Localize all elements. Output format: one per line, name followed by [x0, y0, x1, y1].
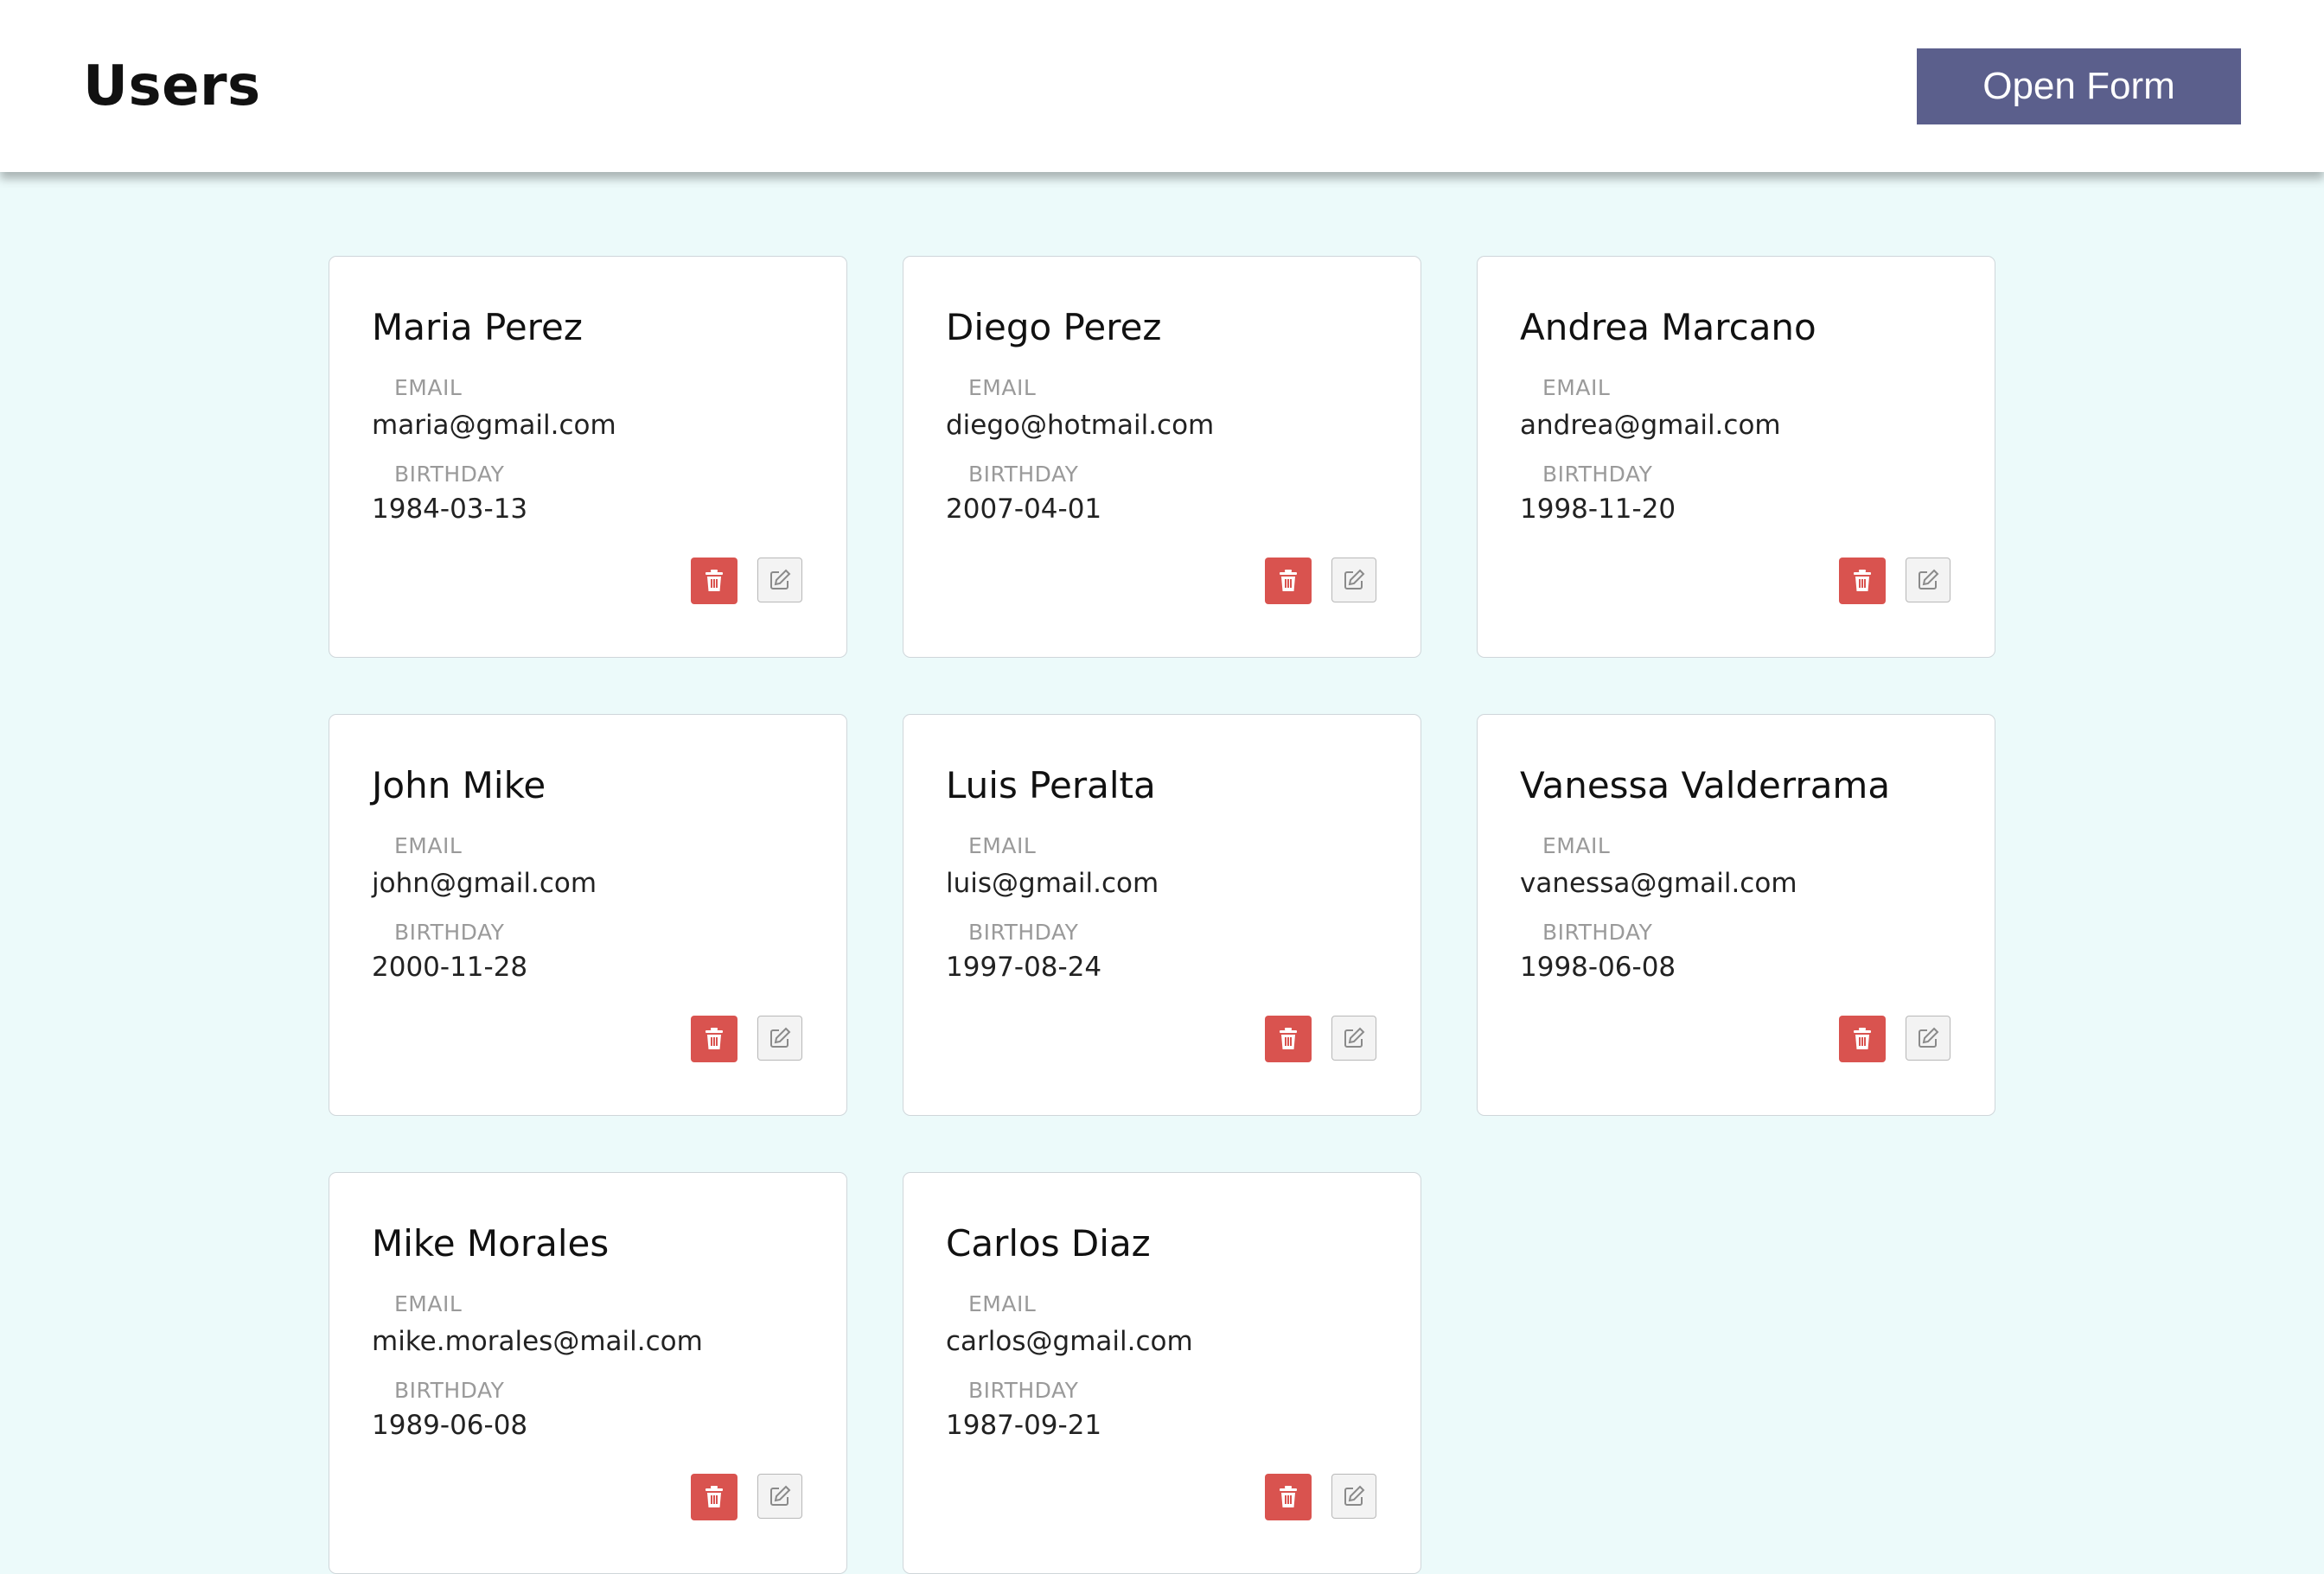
- user-birthday: 1998-06-08: [1520, 952, 1676, 983]
- user-email: andrea@gmail.com: [1520, 410, 1781, 441]
- user-card: John Mike EMAIL john@gmail.com BIRTHDAY …: [329, 714, 847, 1116]
- email-label: EMAIL: [394, 1291, 463, 1316]
- user-birthday: 1987-09-21: [946, 1410, 1102, 1441]
- birthday-label: BIRTHDAY: [1542, 462, 1653, 487]
- user-birthday: 1984-03-13: [372, 494, 528, 525]
- email-label: EMAIL: [968, 375, 1037, 400]
- edit-icon: [769, 1485, 791, 1507]
- user-birthday: 1998-11-20: [1520, 494, 1676, 525]
- trash-icon: [705, 1486, 724, 1508]
- edit-button[interactable]: [1906, 1016, 1950, 1061]
- trash-icon: [1279, 570, 1298, 592]
- page-title: Users: [83, 54, 261, 118]
- users-grid: Maria Perez EMAIL maria@gmail.com BIRTHD…: [329, 256, 1995, 1574]
- user-birthday: 2000-11-28: [372, 952, 528, 983]
- user-name: John Mike: [372, 764, 546, 806]
- user-name: Mike Morales: [372, 1222, 610, 1265]
- edit-icon: [1917, 569, 1939, 591]
- email-label: EMAIL: [1542, 833, 1611, 858]
- user-email: luis@gmail.com: [946, 868, 1159, 899]
- edit-icon: [1917, 1027, 1939, 1049]
- email-label: EMAIL: [968, 1291, 1037, 1316]
- open-form-button[interactable]: Open Form: [1917, 48, 2241, 124]
- user-card: Andrea Marcano EMAIL andrea@gmail.com BI…: [1477, 256, 1995, 658]
- birthday-label: BIRTHDAY: [968, 1378, 1079, 1403]
- user-card: Luis Peralta EMAIL luis@gmail.com BIRTHD…: [903, 714, 1421, 1116]
- edit-button[interactable]: [1331, 1474, 1376, 1519]
- birthday-label: BIRTHDAY: [1542, 920, 1653, 945]
- edit-button[interactable]: [1331, 1016, 1376, 1061]
- user-email: vanessa@gmail.com: [1520, 868, 1797, 899]
- edit-button[interactable]: [1906, 558, 1950, 602]
- user-card: Carlos Diaz EMAIL carlos@gmail.com BIRTH…: [903, 1172, 1421, 1574]
- edit-button[interactable]: [757, 1474, 802, 1519]
- user-name: Diego Perez: [946, 306, 1162, 348]
- birthday-label: BIRTHDAY: [394, 462, 505, 487]
- user-name: Carlos Diaz: [946, 1222, 1151, 1265]
- email-label: EMAIL: [394, 833, 463, 858]
- edit-button[interactable]: [1331, 558, 1376, 602]
- edit-icon: [1343, 1027, 1365, 1049]
- email-label: EMAIL: [394, 375, 463, 400]
- trash-icon: [1279, 1028, 1298, 1050]
- user-name: Luis Peralta: [946, 764, 1156, 806]
- user-name: Vanessa Valderrama: [1520, 764, 1891, 806]
- user-birthday: 1997-08-24: [946, 952, 1102, 983]
- user-name: Maria Perez: [372, 306, 583, 348]
- delete-button[interactable]: [691, 558, 737, 604]
- user-email: john@gmail.com: [372, 868, 597, 899]
- user-email: maria@gmail.com: [372, 410, 616, 441]
- user-card: Diego Perez EMAIL diego@hotmail.com BIRT…: [903, 256, 1421, 658]
- delete-button[interactable]: [1265, 1474, 1312, 1520]
- email-label: EMAIL: [968, 833, 1037, 858]
- edit-icon: [1343, 1485, 1365, 1507]
- user-birthday: 1989-06-08: [372, 1410, 528, 1441]
- edit-icon: [769, 1027, 791, 1049]
- delete-button[interactable]: [1265, 558, 1312, 604]
- delete-button[interactable]: [691, 1016, 737, 1062]
- edit-button[interactable]: [757, 1016, 802, 1061]
- user-email: carlos@gmail.com: [946, 1326, 1193, 1357]
- birthday-label: BIRTHDAY: [968, 920, 1079, 945]
- user-card: Vanessa Valderrama EMAIL vanessa@gmail.c…: [1477, 714, 1995, 1116]
- top-bar: Users Open Form: [0, 0, 2324, 172]
- user-email: diego@hotmail.com: [946, 410, 1215, 441]
- user-birthday: 2007-04-01: [946, 494, 1102, 525]
- trash-icon: [1853, 1028, 1872, 1050]
- user-email: mike.morales@mail.com: [372, 1326, 703, 1357]
- birthday-label: BIRTHDAY: [394, 1378, 505, 1403]
- edit-icon: [1343, 569, 1365, 591]
- delete-button[interactable]: [1839, 1016, 1886, 1062]
- delete-button[interactable]: [1265, 1016, 1312, 1062]
- edit-button[interactable]: [757, 558, 802, 602]
- user-card: Maria Perez EMAIL maria@gmail.com BIRTHD…: [329, 256, 847, 658]
- trash-icon: [1853, 570, 1872, 592]
- user-card: Mike Morales EMAIL mike.morales@mail.com…: [329, 1172, 847, 1574]
- email-label: EMAIL: [1542, 375, 1611, 400]
- user-name: Andrea Marcano: [1520, 306, 1816, 348]
- edit-icon: [769, 569, 791, 591]
- delete-button[interactable]: [691, 1474, 737, 1520]
- delete-button[interactable]: [1839, 558, 1886, 604]
- birthday-label: BIRTHDAY: [968, 462, 1079, 487]
- trash-icon: [705, 570, 724, 592]
- trash-icon: [1279, 1486, 1298, 1508]
- birthday-label: BIRTHDAY: [394, 920, 505, 945]
- trash-icon: [705, 1028, 724, 1050]
